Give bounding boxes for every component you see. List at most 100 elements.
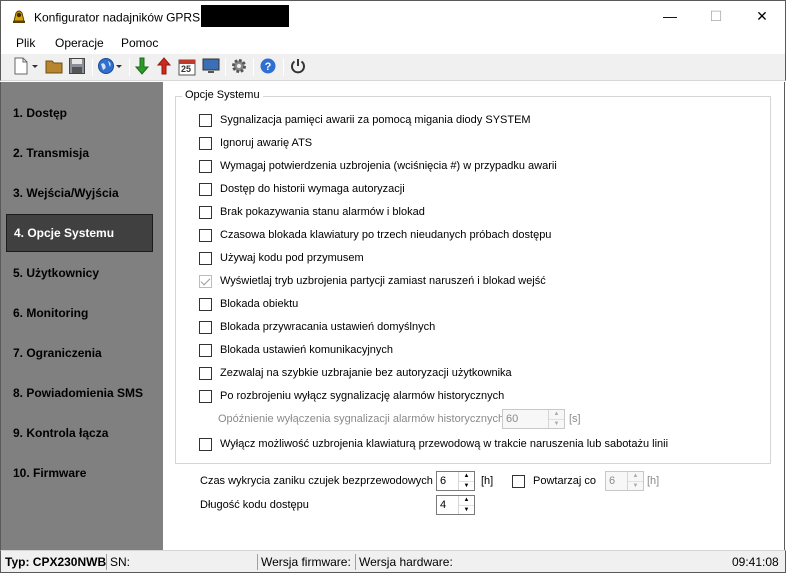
spin-down-arrow-icon[interactable]: ▼ — [459, 482, 474, 491]
checkbox[interactable] — [199, 297, 212, 311]
option-row[interactable]: Blokada obiektu — [199, 296, 298, 312]
checkbox[interactable] — [199, 437, 212, 451]
option-row[interactable]: Wymagaj potwierdzenia uzbrojenia (wciśni… — [199, 158, 557, 174]
code-length-stepper[interactable]: 4 ▲ ▼ — [436, 495, 475, 515]
menu-bar: Plik Operacje Pomoc — [0, 32, 786, 54]
sidebar-item-link-control[interactable]: 9. Kontrola łącza — [6, 414, 153, 452]
checkbox[interactable] — [199, 182, 212, 196]
toolbar: 25 ? — [0, 54, 786, 81]
title-bar: Konfigurator nadajników GPRS — ☐ ✕ — [0, 0, 786, 32]
option-row[interactable]: Brak pokazywania stanu alarmów i blokad — [199, 204, 425, 220]
option-label: Sygnalizacja pamięci awarii za pomocą mi… — [220, 114, 531, 126]
wireless-detection-value[interactable]: 6 — [437, 472, 458, 490]
sidebar-item-system-options[interactable]: 4. Opcje Systemu — [6, 214, 153, 252]
new-document-button[interactable] — [11, 57, 41, 77]
minimize-button[interactable]: — — [647, 1, 693, 31]
monitor-button[interactable] — [200, 57, 222, 77]
wireless-detection-label: Czas wykrycia zaniku czujek bezprzewodow… — [200, 475, 433, 487]
option-label: Po rozbrojeniu wyłącz sygnalizację alarm… — [220, 390, 505, 402]
option-label: Blokada obiektu — [220, 298, 299, 310]
option-row[interactable]: Ignoruj awarię ATS — [199, 135, 312, 151]
power-button[interactable] — [287, 57, 309, 77]
help-button[interactable]: ? — [257, 57, 279, 77]
option-label: Wymagaj potwierdzenia uzbrojenia (wciśni… — [220, 160, 557, 172]
calendar-button[interactable]: 25 — [176, 57, 198, 77]
sidebar-item-restrictions[interactable]: 7. Ograniczenia — [6, 334, 153, 372]
checkbox[interactable] — [199, 228, 212, 242]
checkbox-checked-disabled — [199, 274, 212, 288]
option-row[interactable]: Dostęp do historii wymaga autoryzacji — [199, 181, 405, 197]
open-button[interactable] — [43, 57, 65, 77]
delay-stepper: 60 ▲ ▼ — [502, 409, 565, 429]
option-row[interactable]: Blokada przywracania ustawień domyślnych — [199, 319, 435, 335]
checkbox[interactable] — [199, 113, 212, 127]
upload-arrow-icon — [156, 56, 172, 78]
gear-icon — [230, 57, 248, 78]
help-icon: ? — [259, 57, 277, 78]
spin-up-arrow-icon: ▲ — [628, 472, 643, 482]
delay-label: Opóźnienie wyłączenia sygnalizacji alarm… — [218, 413, 505, 425]
checkbox[interactable] — [199, 251, 212, 265]
repeat-value: 6 — [609, 475, 616, 487]
option-row[interactable]: Używaj kodu pod przymusem — [199, 250, 364, 266]
checkbox[interactable] — [199, 366, 212, 380]
delay-unit: [s] — [569, 413, 581, 425]
sidebar-item-transmission[interactable]: 2. Transmisja — [6, 134, 153, 172]
close-button[interactable]: ✕ — [739, 1, 785, 31]
option-row[interactable]: Blokada ustawień komunikacyjnych — [199, 342, 393, 358]
new-document-icon — [12, 57, 40, 78]
checkbox[interactable] — [199, 159, 212, 173]
code-length-value[interactable]: 4 — [437, 496, 458, 514]
repeat-unit: [h] — [647, 475, 660, 487]
sidebar-item-inputs-outputs[interactable]: 3. Wejścia/Wyjścia — [6, 174, 153, 212]
status-bar: Typ: CPX230NWB SN: Wersja firmware: Wers… — [0, 550, 786, 573]
checkbox[interactable] — [199, 136, 212, 150]
checkbox[interactable] — [199, 205, 212, 219]
power-icon — [289, 57, 307, 78]
option-row: Wyświetlaj tryb uzbrojenia partycji zami… — [199, 273, 546, 289]
option-row[interactable]: Zezwalaj na szybkie uzbrajanie bez autor… — [199, 365, 512, 381]
checkbox[interactable] — [199, 389, 212, 403]
spin-down-arrow-icon: ▼ — [553, 420, 560, 427]
option-row[interactable]: Po rozbrojeniu wyłącz sygnalizację alarm… — [199, 388, 504, 404]
checkbox[interactable] — [199, 343, 212, 357]
connection-button[interactable] — [96, 57, 126, 77]
menu-operations[interactable]: Operacje — [55, 36, 104, 50]
option-label: Używaj kodu pod przymusem — [220, 252, 364, 264]
option-label: Brak pokazywania stanu alarmów i blokad — [220, 206, 425, 218]
checkbox[interactable] — [199, 320, 212, 334]
sidebar-item-users[interactable]: 5. Użytkownicy — [6, 254, 153, 292]
read-button[interactable] — [132, 57, 152, 77]
settings-button[interactable] — [228, 57, 250, 77]
save-button[interactable] — [66, 57, 88, 77]
option-row[interactable]: Wyłącz możliwość uzbrojenia klawiaturą p… — [199, 436, 668, 452]
maximize-button[interactable]: ☐ — [693, 1, 739, 31]
group-title: Opcje Systemu — [182, 89, 263, 101]
spin-up-arrow-icon[interactable]: ▲ — [459, 496, 474, 506]
sidebar-item-monitoring[interactable]: 6. Monitoring — [6, 294, 153, 332]
spin-down-arrow-icon[interactable]: ▼ — [459, 506, 474, 515]
repeat-label: Powtarzaj co — [533, 475, 596, 487]
clock: 09:41:08 — [732, 555, 779, 569]
option-label: Wyświetlaj tryb uzbrojenia partycji zami… — [220, 275, 546, 287]
monitor-icon — [202, 57, 220, 78]
menu-help[interactable]: Pomoc — [121, 36, 158, 50]
wireless-detection-stepper[interactable]: 6 ▲ ▼ — [436, 471, 475, 491]
repeat-checkbox[interactable] — [512, 474, 525, 488]
menu-file[interactable]: Plik — [16, 36, 35, 50]
spin-up-arrow-icon[interactable]: ▲ — [459, 472, 474, 482]
option-row[interactable]: Sygnalizacja pamięci awarii za pomocą mi… — [199, 112, 531, 128]
sidebar-item-sms-notifications[interactable]: 8. Powiadomienia SMS — [6, 374, 153, 412]
option-label: Zezwalaj na szybkie uzbrajanie bez autor… — [220, 367, 512, 379]
repeat-row[interactable]: Powtarzaj co — [512, 473, 596, 489]
write-button[interactable] — [154, 56, 174, 78]
option-label: Dostęp do historii wymaga autoryzacji — [220, 183, 405, 195]
spin-up-arrow-icon: ▲ — [549, 410, 564, 420]
repeat-stepper: 6 ▲ ▼ — [605, 471, 644, 491]
option-label: Blokada ustawień komunikacyjnych — [220, 344, 394, 356]
svg-text:?: ? — [265, 61, 272, 73]
sidebar-item-firmware[interactable]: 10. Firmware — [6, 454, 153, 492]
sidebar-item-access[interactable]: 1. Dostęp — [6, 94, 153, 132]
option-row[interactable]: Czasowa blokada klawiatury po trzech nie… — [199, 227, 551, 243]
option-label: Blokada przywracania ustawień domyślnych — [220, 321, 436, 333]
